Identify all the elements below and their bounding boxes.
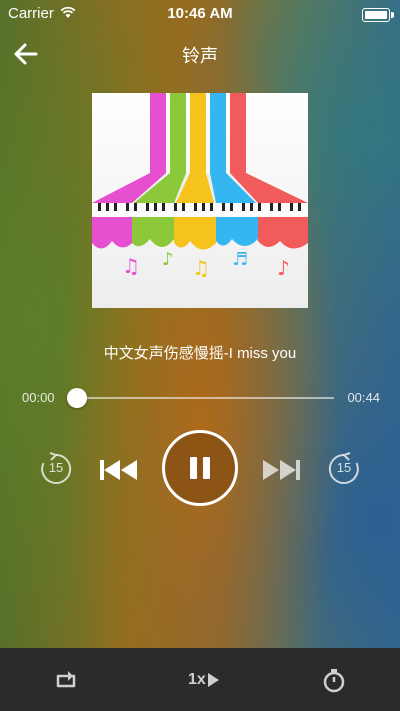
duration-time: 00:44: [347, 390, 380, 405]
status-time: 10:46 AM: [167, 5, 233, 22]
skip-back-label: 15: [48, 460, 64, 475]
svg-text:♪: ♪: [162, 249, 174, 270]
album-art: ♫ ♪ ♫ ♬ ♪: [92, 93, 308, 308]
skip-forward-15-button[interactable]: 15: [326, 451, 362, 487]
previous-icon[interactable]: [98, 455, 140, 485]
next-icon[interactable]: [260, 455, 302, 485]
svg-text:♫: ♫: [122, 254, 140, 278]
repeat-icon[interactable]: [52, 666, 80, 694]
sleep-timer-icon[interactable]: [320, 666, 348, 694]
battery-icon: [362, 8, 394, 22]
play-speed-button[interactable]: 1x: [188, 666, 232, 694]
progress-track[interactable]: [72, 397, 334, 399]
svg-text:♪: ♪: [277, 256, 290, 280]
svg-text:♬: ♬: [232, 249, 248, 270]
pause-button[interactable]: [162, 430, 238, 506]
pause-icon: [190, 457, 210, 479]
bottom-toolbar: 1x: [0, 648, 400, 711]
song-title: 中文女声伤感慢摇-I miss you: [103, 345, 297, 362]
svg-text:♫: ♫: [192, 256, 210, 280]
status-bar: Carrier 10:46 AM: [0, 0, 400, 28]
progress-knob[interactable]: [67, 388, 87, 408]
page-title: 铃声: [182, 46, 218, 66]
skip-back-15-button[interactable]: 15: [38, 451, 74, 487]
play-speed-label: 1x: [188, 671, 206, 688]
play-speed-icon: [207, 673, 219, 687]
skip-forward-label: 15: [336, 460, 352, 475]
elapsed-time: 00:00: [22, 390, 55, 405]
